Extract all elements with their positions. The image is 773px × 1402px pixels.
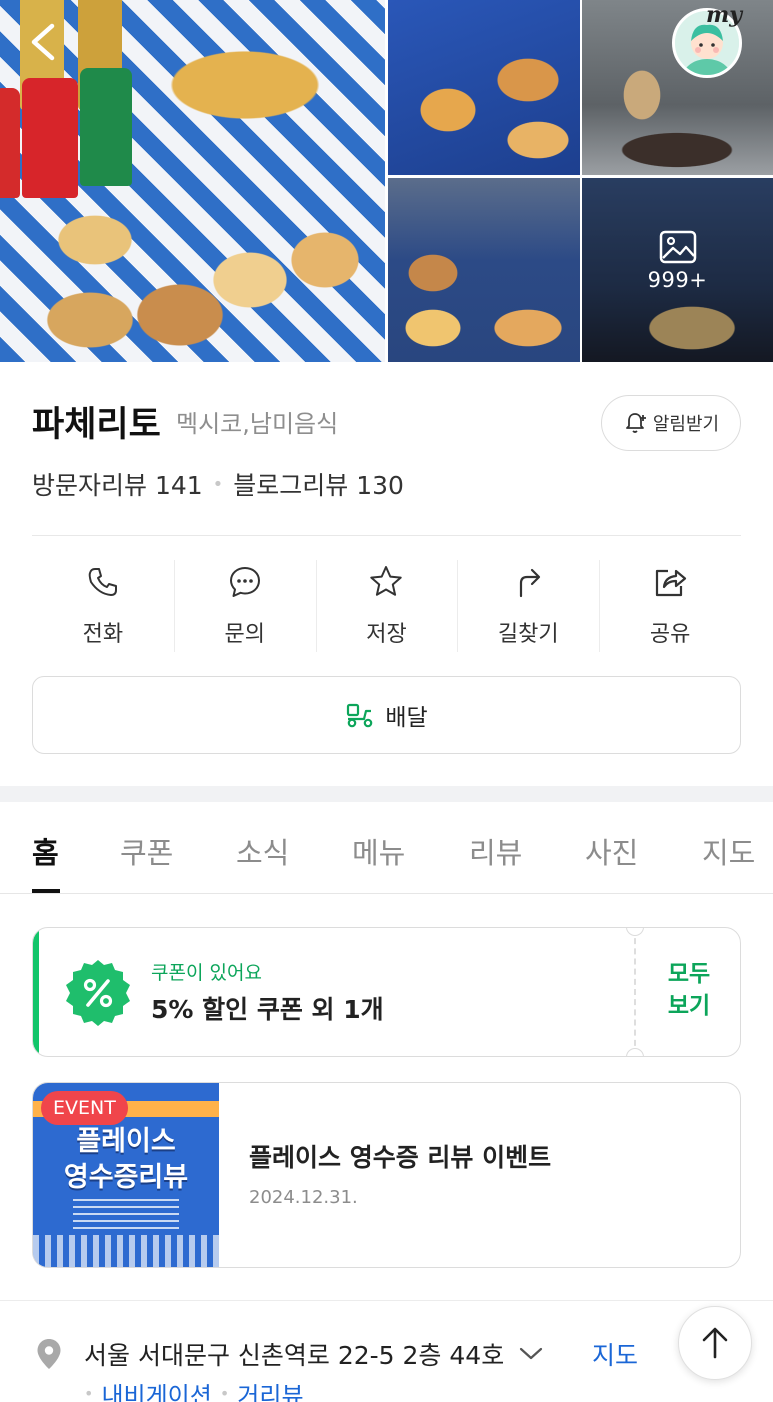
bell-plus-icon [625,413,646,433]
photo-tile[interactable] [388,0,580,175]
event-image-finetext [73,1199,179,1229]
coupon-notch [626,1048,644,1056]
address-map-link[interactable]: 지도 [592,1336,638,1372]
tab-coupon[interactable]: 쿠폰 [120,830,173,872]
separator-dot: • [84,1384,94,1402]
place-category: 멕시코,남미음식 [176,410,339,438]
tab-photo[interactable]: 사진 [585,830,638,872]
scroll-to-top-button[interactable] [678,1306,752,1380]
event-image-title2: 영수증리뷰 [63,1162,189,1193]
address-text: 서울 서대문구 신촌역로 22-5 2층 44호 [84,1341,505,1370]
navigation-link[interactable]: 내비게이션 [101,1376,211,1402]
event-badge: EVENT [41,1091,128,1125]
action-label: 문의 [224,622,265,647]
visitor-reviews-link[interactable]: 방문자리뷰 141 [32,466,203,502]
percent-badge-icon [66,960,130,1026]
event-date: 2024.12.31. [249,1187,358,1208]
action-label: 저장 [366,622,407,647]
divider [32,535,741,536]
can [0,88,20,198]
more-photos-count: 999+ [647,268,708,292]
event-image-pattern [33,1235,219,1267]
tab-home[interactable]: 홈 [32,830,59,872]
chat-icon [229,567,260,597]
share-button[interactable]: 공유 [599,560,741,652]
photo-gallery: 999+ my [0,0,773,362]
action-label: 길찾기 [497,622,559,647]
photo-more-tile[interactable]: 999+ [582,178,773,362]
coupon-view-all-button[interactable]: 모두 보기 [645,958,733,1022]
coupon-separator [634,928,636,1056]
star-icon [370,566,403,596]
back-arrow-icon [31,23,55,61]
delivery-button[interactable]: 배달 [32,676,741,754]
tab-review[interactable]: 리뷰 [469,830,522,872]
directions-icon [520,568,541,598]
event-card[interactable]: 플레이스 영수증리뷰 EVENT 플레이스 영수증 리뷰 이벤트 2024.12… [32,1082,741,1268]
more-photos: 999+ [582,230,773,292]
location-pin-icon [37,1339,61,1369]
coupon-notch [626,928,644,936]
call-button[interactable]: 전화 [32,560,174,652]
separator-dot: • [219,1384,230,1402]
delivery-label: 배달 [385,705,428,731]
divider [0,1300,773,1301]
save-button[interactable]: 저장 [315,560,458,652]
coupon-title: 5% 할인 쿠폰 외 1개 [151,995,384,1024]
place-name: 파체리토 [32,405,161,445]
my-label: my [706,2,743,28]
blog-reviews-link[interactable]: 블로그리뷰 130 [233,466,404,502]
tab-bar: 홈 쿠폰 소식 메뉴 리뷰 사진 지도 [0,802,773,894]
tab-map[interactable]: 지도 [702,830,755,872]
coupon-accent-bar [33,928,39,1056]
inquiry-button[interactable]: 문의 [173,560,316,652]
alarm-button[interactable]: 알림받기 [601,395,741,451]
view-all-line2: 보기 [667,993,711,1019]
arrow-up-icon [702,1327,728,1359]
action-label: 전화 [82,622,124,647]
coupon-card[interactable]: 쿠폰이 있어요 5% 할인 쿠폰 외 1개 모두 보기 [32,927,741,1057]
action-bar: 전화 문의 저장 길찾기 공유 [32,560,741,652]
tab-menu[interactable]: 메뉴 [352,830,405,872]
address-row[interactable]: 서울 서대문구 신촌역로 22-5 2층 44호 [84,1336,544,1372]
street-view-link[interactable]: 거리뷰 [237,1376,303,1402]
separator-dot: • [212,473,224,495]
share-icon [655,569,687,597]
image-icon [659,230,696,264]
coupon-subtitle: 쿠폰이 있어요 [151,962,262,984]
event-title: 플레이스 영수증 리뷰 이벤트 [249,1143,552,1172]
address-links: • 내비게이션 • 거리뷰 [84,1376,304,1402]
chevron-down-icon [518,1346,544,1362]
event-image: 플레이스 영수증리뷰 EVENT [33,1083,219,1267]
back-button[interactable] [26,20,66,64]
can [80,68,132,186]
review-counts: 방문자리뷰 141 • 블로그리뷰 130 [32,466,404,502]
alarm-label: 알림받기 [652,414,720,435]
phone-icon [88,568,117,596]
section-gap [0,786,773,802]
directions-button[interactable]: 길찾기 [457,560,599,652]
action-label: 공유 [649,622,691,647]
active-tab-indicator [32,889,60,893]
delivery-scooter-icon [347,703,373,728]
photo-tile[interactable] [388,178,580,362]
view-all-line1: 모두 [667,961,711,987]
can [22,78,78,198]
tab-news[interactable]: 소식 [236,830,289,872]
